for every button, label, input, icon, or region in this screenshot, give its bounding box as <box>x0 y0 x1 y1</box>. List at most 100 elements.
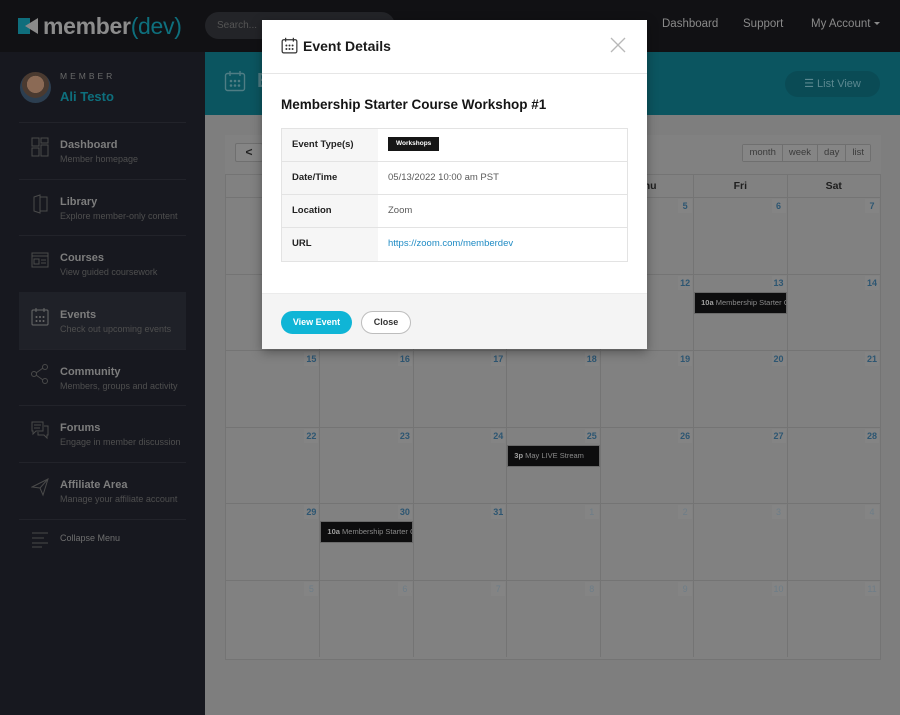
day-number[interactable]: 17 <box>491 352 506 366</box>
topnav-my-account[interactable]: My Account <box>811 18 881 30</box>
calendar-day-cell[interactable]: 10 <box>693 580 786 657</box>
calendar-day-cell[interactable]: 8 <box>506 580 599 657</box>
event-time: 3p <box>514 450 524 460</box>
day-number[interactable]: 18 <box>584 352 599 366</box>
detail-label: Event Type(s) <box>282 129 378 161</box>
collapse-menu-button[interactable]: Collapse Menu <box>19 519 186 555</box>
day-number[interactable]: 31 <box>491 505 506 519</box>
calendar-day-cell[interactable]: 9 <box>599 580 693 657</box>
calendar-day-cell[interactable]: 14 <box>786 274 880 350</box>
calendar-day-cell[interactable]: 15 <box>226 351 319 427</box>
day-number[interactable]: 3 <box>771 505 786 519</box>
day-number[interactable]: 6 <box>397 581 412 596</box>
sidebar-item-community[interactable]: Community Members, groups and activity <box>19 349 186 406</box>
calendar-day-cell[interactable]: 21 <box>786 351 880 427</box>
calendar-day-cell[interactable]: 23 <box>319 427 412 503</box>
calendar-day-cell[interactable]: 5 <box>226 581 319 658</box>
calendar-day-cell[interactable]: 1 <box>506 504 599 580</box>
event-type-badge[interactable]: Workshops <box>388 137 440 152</box>
day-number[interactable]: 29 <box>304 505 319 519</box>
calendar-day-cell[interactable]: 3 <box>693 504 786 580</box>
calendar-day-cell[interactable]: 6 <box>319 580 412 657</box>
day-number[interactable]: 13 <box>771 275 786 290</box>
day-number[interactable]: 23 <box>397 428 412 443</box>
day-number[interactable]: 21 <box>864 352 879 366</box>
day-number[interactable]: 14 <box>864 275 879 290</box>
day-number[interactable]: 7 <box>491 581 506 596</box>
calendar-day-cell[interactable]: 16 <box>319 351 412 427</box>
calendar-day-cell[interactable]: 4 <box>786 504 880 580</box>
calendar-day-cell[interactable]: 24 <box>412 427 506 503</box>
logo[interactable]: member(dev) <box>18 12 182 40</box>
calendar-icon <box>31 308 49 326</box>
sidebar-item-title: Library <box>60 196 98 208</box>
day-number[interactable]: 2 <box>678 505 693 519</box>
view-day-button[interactable]: day <box>817 145 846 161</box>
day-number[interactable]: 12 <box>678 275 693 290</box>
calendar-day-cell[interactable]: 7 <box>786 198 880 274</box>
calendar-day-cell[interactable]: 27 <box>693 427 786 503</box>
view-list-button[interactable]: list <box>845 145 870 161</box>
day-number[interactable]: 30 <box>397 505 412 519</box>
view-switcher: month week day list <box>742 144 871 162</box>
calendar-day-cell[interactable]: 26 <box>599 427 693 503</box>
calendar-day-cell[interactable]: 22 <box>226 428 319 504</box>
calendar-day-cell[interactable]: 17 <box>412 351 506 427</box>
calendar-event[interactable]: 3p May LIVE Stream <box>507 444 600 467</box>
day-number[interactable]: 26 <box>678 428 693 443</box>
calendar-day-cell[interactable]: 20 <box>693 351 786 427</box>
day-number[interactable]: 16 <box>397 352 412 366</box>
sidebar-item-library[interactable]: Library Explore member-only content <box>19 179 186 236</box>
calendar-icon <box>281 37 298 54</box>
calendar-day-cell[interactable]: 29 <box>226 504 319 580</box>
view-week-button[interactable]: week <box>781 145 818 161</box>
member-name[interactable]: Ali Testo <box>60 89 114 104</box>
avatar[interactable] <box>20 72 51 103</box>
calendar-event[interactable]: 10a Membership Starter Course Workshop #… <box>320 521 413 543</box>
day-number[interactable]: 5 <box>304 581 319 596</box>
day-number[interactable]: 25 <box>584 428 599 443</box>
day-number[interactable]: 27 <box>771 428 786 443</box>
day-number[interactable]: 4 <box>864 505 879 519</box>
sidebar-item-dashboard[interactable]: Dashboard Member homepage <box>19 122 186 179</box>
sidebar-item-courses[interactable]: Courses View guided coursework <box>19 235 186 292</box>
calendar-day-cell[interactable]: 7 <box>412 580 506 657</box>
sidebar-item-affiliate-area[interactable]: Affiliate Area Manage your affiliate acco… <box>19 462 186 519</box>
calendar-day-cell[interactable]: 6 <box>693 198 786 274</box>
view-event-button[interactable]: View Event <box>281 311 352 334</box>
logo-mark-icon <box>18 18 38 34</box>
day-number[interactable]: 5 <box>678 199 693 213</box>
day-number[interactable]: 19 <box>678 352 693 366</box>
calendar-day-cell[interactable]: 18 <box>506 351 599 427</box>
topnav-support[interactable]: Support <box>743 18 783 30</box>
sidebar-item-forums[interactable]: Forums Engage in member discussion <box>19 405 186 462</box>
event-name: Membership Starter Course Workshop #2 <box>342 527 412 536</box>
view-month-button[interactable]: month <box>743 145 782 161</box>
day-number[interactable]: 9 <box>678 581 693 596</box>
sidebar-item-title: Courses <box>60 252 105 264</box>
day-number[interactable]: 10 <box>771 581 786 596</box>
day-number[interactable]: 24 <box>491 428 506 443</box>
event-url-link[interactable]: https://zoom.com/memberdev <box>388 238 513 249</box>
day-number[interactable]: 28 <box>864 428 879 443</box>
day-number[interactable]: 22 <box>304 428 319 443</box>
calendar-day-cell[interactable]: 11 <box>786 580 880 657</box>
day-number[interactable]: 15 <box>304 352 319 366</box>
close-button[interactable]: Close <box>361 311 411 334</box>
calendar-day-cell[interactable]: 31 <box>412 504 506 580</box>
day-number[interactable]: 8 <box>584 581 599 596</box>
sidebar-item-events[interactable]: Events Check out upcoming events <box>19 292 186 349</box>
topnav-dashboard[interactable]: Dashboard <box>662 18 718 30</box>
calendar-day-cell[interactable]: 2 <box>599 504 693 580</box>
prev-month-button[interactable]: < <box>235 143 263 162</box>
calendar-event[interactable]: 10a Membership Starter Course Workshop #… <box>694 291 787 314</box>
day-number[interactable]: 11 <box>864 581 879 596</box>
list-view-button[interactable]: ☰ List View <box>785 71 880 97</box>
close-icon[interactable] <box>609 36 627 54</box>
day-number[interactable]: 1 <box>584 505 599 519</box>
day-number[interactable]: 20 <box>771 352 786 366</box>
day-number[interactable]: 7 <box>864 199 879 213</box>
day-number[interactable]: 6 <box>771 199 786 213</box>
calendar-day-cell[interactable]: 28 <box>786 427 880 503</box>
calendar-day-cell[interactable]: 19 <box>599 351 693 427</box>
